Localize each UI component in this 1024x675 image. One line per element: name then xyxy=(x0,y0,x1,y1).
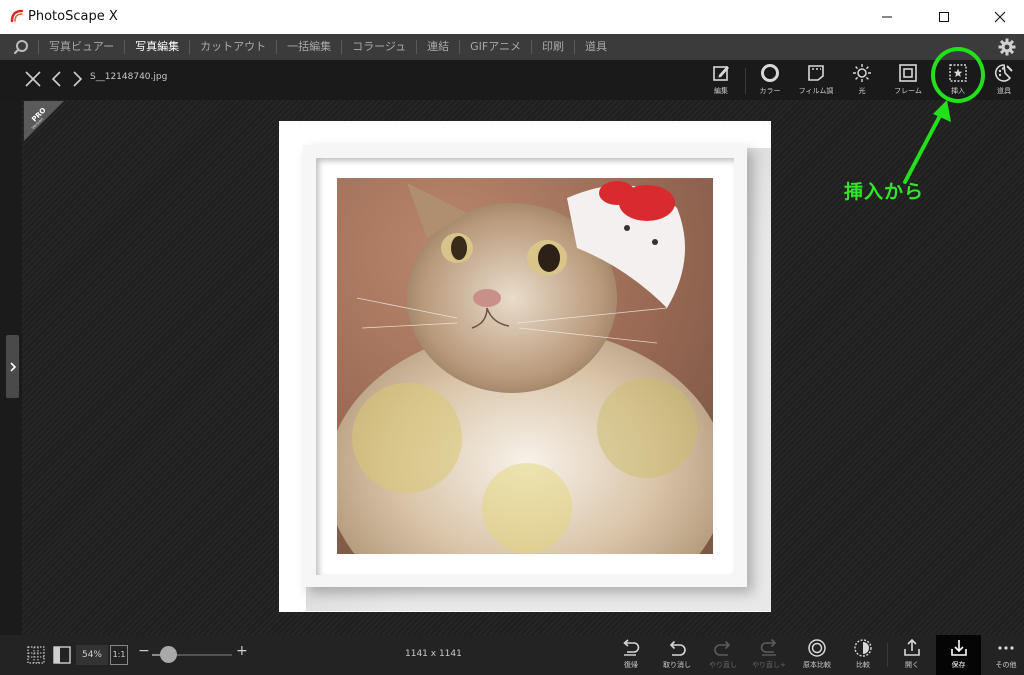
color-icon xyxy=(761,64,779,82)
search-icon[interactable] xyxy=(13,39,29,55)
minimize-button[interactable] xyxy=(864,4,910,30)
undo-button[interactable]: 取り消し xyxy=(653,638,701,672)
action-label: 復帰 xyxy=(624,661,638,669)
file-name: S__12148740.jpg xyxy=(90,72,168,82)
pro-version-badge: PRO Version xyxy=(24,101,64,141)
panel-toggle-icon[interactable] xyxy=(52,645,72,665)
action-label: その他 xyxy=(995,661,1017,669)
redo-button[interactable]: やり直し xyxy=(699,638,747,672)
action-label: やり直し+ xyxy=(752,661,786,669)
zoom-out-button[interactable]: − xyxy=(138,643,150,659)
film-icon xyxy=(808,65,824,81)
tool-color[interactable]: カラー xyxy=(748,63,792,99)
close-window-button[interactable] xyxy=(977,4,1023,30)
tab-combine[interactable]: 連結 xyxy=(417,34,459,60)
side-panel-toggle[interactable] xyxy=(6,335,19,398)
zoom-level-display[interactable]: 54% xyxy=(76,645,108,665)
tab-cutout[interactable]: カットアウト xyxy=(190,34,276,60)
app-title: PhotoScape X xyxy=(28,9,118,24)
open-button[interactable]: 開く xyxy=(888,638,936,672)
tab-photo-viewer[interactable]: 写真ビュアー xyxy=(39,34,124,60)
tab-collage[interactable]: コラージュ xyxy=(342,34,416,60)
compare-original-icon xyxy=(808,639,826,657)
tab-tools[interactable]: 道具 xyxy=(575,34,617,60)
annotation-highlight-circle xyxy=(931,47,985,103)
more-button[interactable]: その他 xyxy=(982,638,1024,672)
save-button[interactable]: 保存 xyxy=(936,635,981,675)
close-icon[interactable] xyxy=(24,70,42,88)
edit-icon xyxy=(713,66,729,81)
undo-icon xyxy=(669,640,686,656)
chevron-right-icon xyxy=(9,361,16,372)
cat-photo-image xyxy=(337,178,713,554)
action-label: 原本比較 xyxy=(803,661,831,669)
minimize-icon xyxy=(882,16,892,18)
tool-label: 光 xyxy=(858,87,866,95)
bottom-toolbar: 54% 1:1 − + 1141 x 1141 復帰 取り消し やり直し やり直… xyxy=(0,635,1024,675)
photoscape-logo-icon xyxy=(10,9,24,23)
tool-edit[interactable]: 編集 xyxy=(699,63,743,99)
compare-icon xyxy=(854,639,872,657)
tool-tools[interactable]: 道具 xyxy=(982,63,1024,99)
compare-button[interactable]: 比較 xyxy=(839,638,887,672)
action-label: 開く xyxy=(905,661,919,669)
zoom-in-button[interactable]: + xyxy=(236,643,248,659)
menu-bar: 写真ビュアー 写真編集 カットアウト 一括編集 コラージュ 連結 GIFアニメ … xyxy=(0,34,1024,60)
tab-gif[interactable]: GIFアニメ xyxy=(460,34,531,60)
maximize-icon xyxy=(939,12,949,22)
frame-icon xyxy=(899,64,917,82)
grid-icon[interactable] xyxy=(26,645,46,665)
revert-button[interactable]: 復帰 xyxy=(607,638,655,672)
tool-label: 道具 xyxy=(997,87,1011,95)
tools-icon xyxy=(995,64,1013,82)
edited-photo[interactable] xyxy=(337,178,713,554)
annotation-text: 挿入から xyxy=(844,181,925,203)
zoom-actual-size-button[interactable]: 1:1 xyxy=(110,645,128,665)
redo-all-button[interactable]: やり直し+ xyxy=(745,638,793,672)
tool-frame[interactable]: フレーム xyxy=(886,63,930,99)
tab-print[interactable]: 印刷 xyxy=(532,34,574,60)
image-dimensions: 1141 x 1141 xyxy=(405,649,462,659)
action-label: やり直し xyxy=(709,661,737,669)
zoom-slider-thumb[interactable] xyxy=(159,646,177,663)
editor-toolbar: S__12148740.jpg 編集 カラー フィルム調 光 フレーム 挿入 道… xyxy=(0,60,1024,100)
tool-label: フレーム xyxy=(894,87,922,95)
chevron-left-icon[interactable] xyxy=(48,70,66,88)
redo-icon xyxy=(714,640,731,656)
tool-light[interactable]: 光 xyxy=(840,63,884,99)
tool-label: フィルム調 xyxy=(798,87,834,95)
revert-icon xyxy=(623,639,640,656)
gear-icon[interactable] xyxy=(998,38,1016,56)
action-label: 比較 xyxy=(856,661,870,669)
compare-original-button[interactable]: 原本比較 xyxy=(793,638,841,672)
close-icon xyxy=(994,11,1006,23)
toolbar-separator xyxy=(745,68,746,94)
save-icon xyxy=(950,640,967,656)
open-icon xyxy=(904,638,920,656)
tab-batch[interactable]: 一括編集 xyxy=(277,34,341,60)
tool-film[interactable]: フィルム調 xyxy=(794,63,838,99)
chevron-right-icon[interactable] xyxy=(68,70,86,88)
tab-photo-editor[interactable]: 写真編集 xyxy=(125,34,189,60)
action-label: 保存 xyxy=(951,661,966,669)
light-icon xyxy=(853,64,871,82)
more-icon xyxy=(998,646,1014,650)
action-label: 取り消し xyxy=(663,661,691,669)
redo-all-icon xyxy=(760,638,777,656)
tool-label: 編集 xyxy=(714,87,728,95)
tool-label: カラー xyxy=(759,87,781,95)
menu-tabs: 写真ビュアー 写真編集 カットアウト 一括編集 コラージュ 連結 GIFアニメ … xyxy=(38,34,617,60)
maximize-button[interactable] xyxy=(921,4,967,30)
title-bar: PhotoScape X xyxy=(0,0,1024,34)
